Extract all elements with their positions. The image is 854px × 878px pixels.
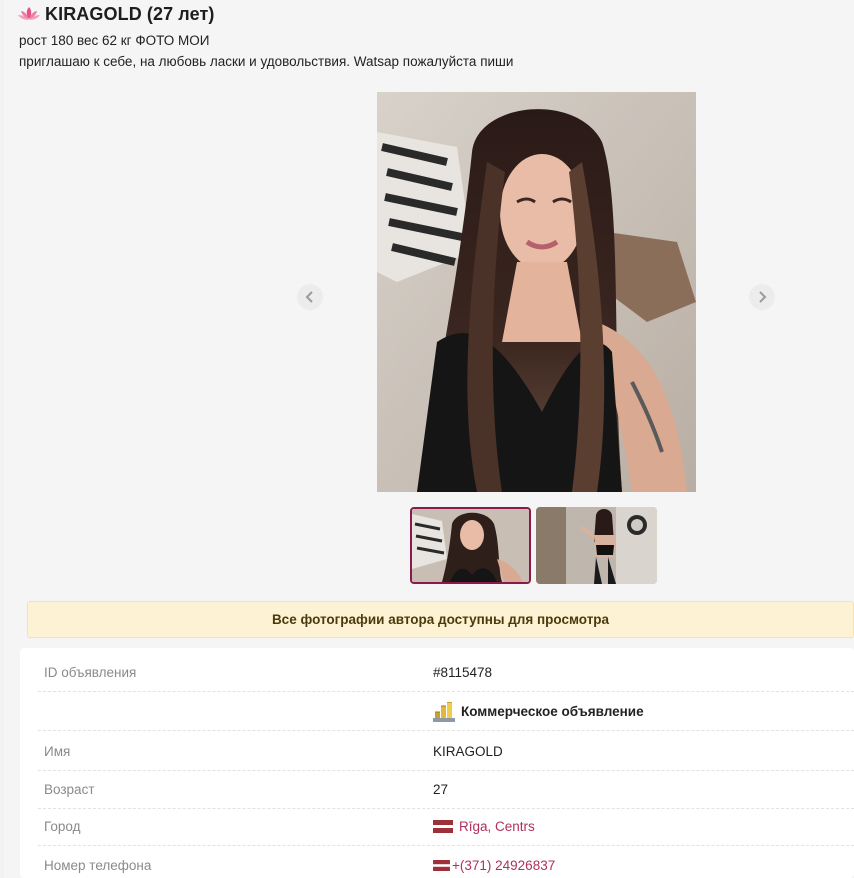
description-line-2: приглашаю к себе, на любовь ласки и удов… [19,54,514,69]
latvia-flag-icon [433,820,453,833]
page-title: KIRAGOLD (27 лет) [45,3,215,24]
detail-label: Имя [44,744,71,759]
detail-row-commercial: Коммерческое объявление [38,693,854,731]
main-photo[interactable] [377,92,696,492]
chevron-left-icon [305,291,313,303]
phone-link[interactable]: +(371) 24926837 [433,858,555,873]
name-value: KIRAGOLD [433,744,503,759]
detail-label: Возраст [44,782,95,797]
detail-row-name: Имя KIRAGOLD [38,733,854,771]
detail-row-id: ID объявления #8115478 [38,654,854,692]
detail-row-age: Возраст 27 [38,771,854,809]
photos-notice: Все фотографии автора доступны для просм… [27,601,854,638]
detail-label: Номер телефона [44,857,152,873]
commercial-badge: Коммерческое объявление [433,701,644,722]
commercial-label: Коммерческое объявление [461,704,644,719]
age-value: 27 [433,782,449,797]
gallery-next-button[interactable] [749,284,775,310]
city-link[interactable]: Rīga, Centrs [433,819,535,834]
gallery-thumbnail-1[interactable] [410,507,531,584]
listing-id: #8115478 [433,665,493,680]
detail-row-city: Город Rīga, Centrs [38,808,854,846]
detail-label: Город [44,819,81,834]
city-value: Rīga, Centrs [459,819,535,834]
title-row: KIRAGOLD (27 лет) [18,2,215,26]
detail-row-phone: Номер телефона +(371) 24926837 [38,846,854,878]
phone-value: +(371) 24926837 [452,857,556,873]
gallery-thumbnail-2[interactable] [536,507,657,584]
lotus-icon [18,7,40,20]
gallery-prev-button[interactable] [297,284,323,310]
details-table: ID объявления #8115478 Коммерческое объя… [20,648,854,878]
chevron-right-icon [759,291,767,303]
listing-page: KIRAGOLD (27 лет) рост 180 вес 62 кг ФОТ… [4,0,854,878]
coins-icon [433,701,455,722]
latvia-flag-icon [433,859,450,871]
detail-label: ID объявления [44,665,137,680]
description-line-1: рост 180 вес 62 кг ФОТО МОИ [19,33,210,48]
